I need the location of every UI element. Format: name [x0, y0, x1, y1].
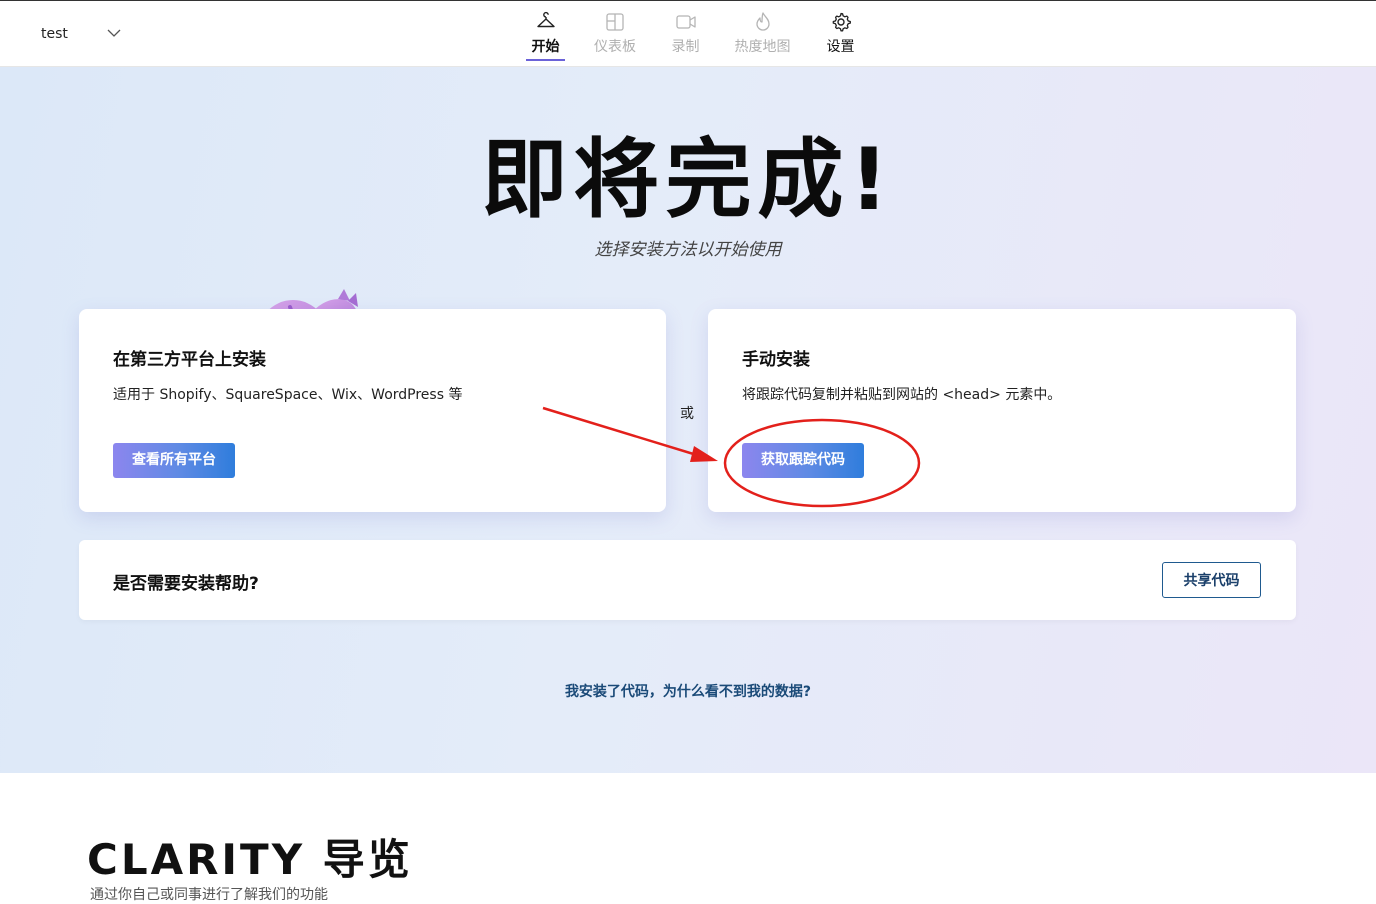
- share-code-button[interactable]: 共享代码: [1162, 562, 1261, 598]
- install-help-card: 是否需要安装帮助? 共享代码: [79, 540, 1296, 620]
- third-party-title: 在第三方平台上安装: [113, 350, 266, 370]
- get-tracking-code-button[interactable]: 获取跟踪代码: [742, 443, 864, 478]
- tab-start[interactable]: 开始: [526, 11, 565, 61]
- tour-title: CLARITY 导览: [87, 835, 413, 884]
- tab-recordings-label: 录制: [671, 39, 700, 55]
- top-bar: test 开始 仪表板 录制 热度地图 设置: [0, 0, 1376, 67]
- dashboard-icon: [606, 13, 624, 31]
- manual-install-card: 手动安装 将跟踪代码复制并粘贴到网站的 <head> 元素中。 获取跟踪代码: [708, 309, 1296, 512]
- tab-start-label: 开始: [531, 39, 560, 55]
- third-party-install-card: 在第三方平台上安装 适用于 Shopify、SquareSpace、Wix、Wo…: [79, 309, 666, 512]
- tab-settings[interactable]: 设置: [824, 11, 857, 61]
- hero-section: 即将完成! 选择安装方法以开始使用 在第三方平台上安装 适用于 Shopify、…: [0, 67, 1376, 773]
- tab-heatmaps-label: 热度地图: [734, 39, 791, 55]
- gear-icon: [832, 12, 851, 32]
- manual-install-description: 将跟踪代码复制并粘贴到网站的 <head> 元素中。: [742, 387, 1062, 403]
- manual-install-title: 手动安装: [742, 350, 810, 370]
- why-no-data-link[interactable]: 我安装了代码，为什么看不到我的数据?: [0, 681, 1376, 701]
- page-title: 即将完成!: [481, 130, 895, 230]
- install-help-title: 是否需要安装帮助?: [113, 574, 259, 594]
- or-separator: 或: [680, 406, 694, 422]
- tab-dashboard-label: 仪表板: [594, 39, 636, 55]
- video-camera-icon: [675, 15, 696, 29]
- tab-dashboard[interactable]: 仪表板: [591, 11, 639, 61]
- tour-subtitle: 通过你自己或同事进行了解我们的功能: [90, 887, 328, 903]
- third-party-description: 适用于 Shopify、SquareSpace、Wix、WordPress 等: [113, 387, 463, 403]
- tab-settings-label: 设置: [826, 39, 855, 55]
- view-all-platforms-button[interactable]: 查看所有平台: [113, 443, 235, 478]
- flame-icon: [755, 12, 770, 31]
- page-subtitle: 选择安装方法以开始使用: [594, 240, 782, 260]
- tab-heatmaps[interactable]: 热度地图: [731, 11, 794, 61]
- tab-recordings[interactable]: 录制: [669, 11, 702, 61]
- main-nav: 开始 仪表板 录制 热度地图 设置: [0, 1, 1376, 68]
- hanger-icon: [536, 11, 555, 28]
